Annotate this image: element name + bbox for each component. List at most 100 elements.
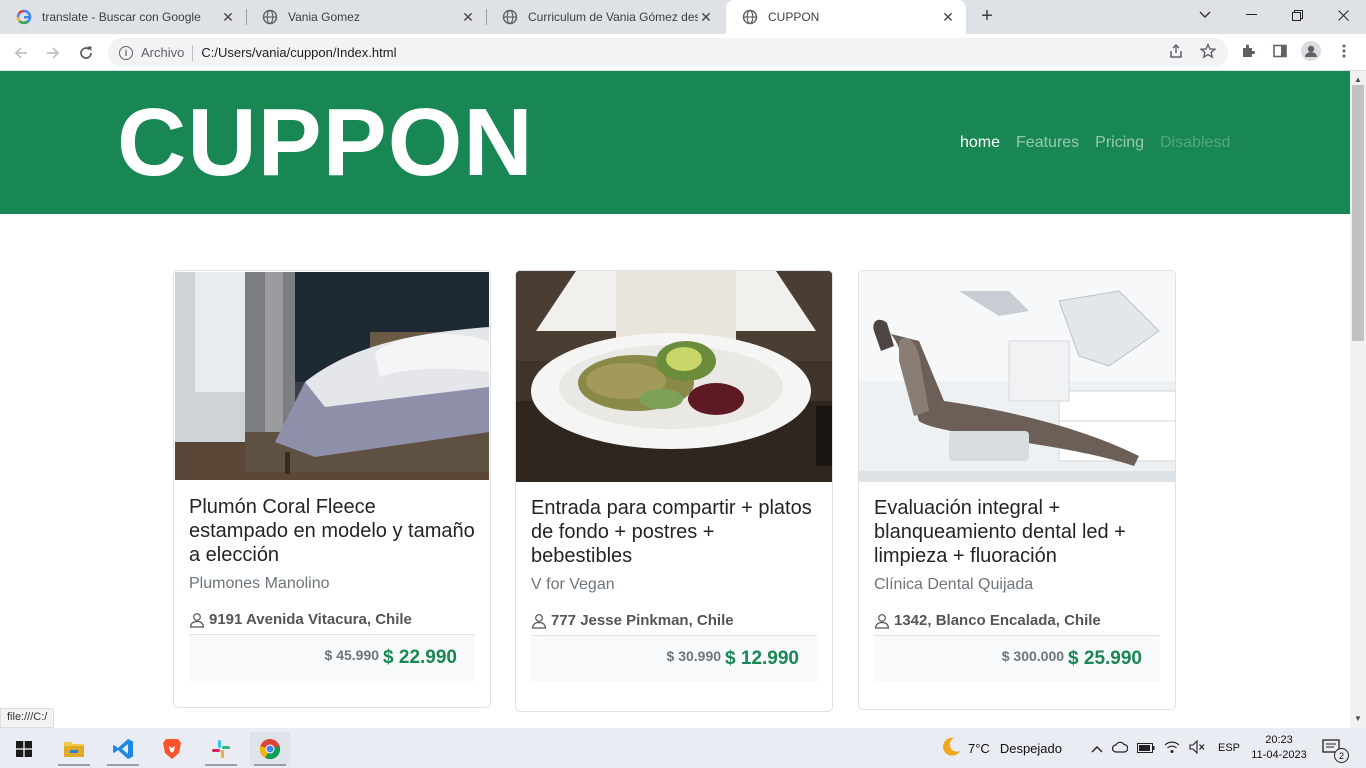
address-url[interactable]: C:/Users/vania/cuppon/Index.html xyxy=(201,45,396,60)
tab-title: Vania Gomez xyxy=(288,10,360,24)
close-tab-icon[interactable]: ✕ xyxy=(940,9,956,25)
brave-browser-icon[interactable] xyxy=(152,732,192,766)
new-tab-button[interactable]: + xyxy=(976,5,998,27)
moon-icon xyxy=(940,736,962,761)
windows-start-icon[interactable] xyxy=(4,732,44,766)
old-price: $ 300.000 xyxy=(1001,648,1065,664)
close-tab-icon[interactable]: ✕ xyxy=(698,9,714,25)
new-price: $ 12.990 xyxy=(725,648,799,669)
card-body: Entrada para compartir + platos de fondo… xyxy=(516,482,832,698)
card-address: 1342, Blanco Encalada, Chile xyxy=(874,612,1160,636)
profile-avatar-icon[interactable] xyxy=(1301,41,1321,61)
weather-text: Despejado xyxy=(999,740,1062,756)
chevron-up-icon[interactable] xyxy=(1091,741,1103,756)
card-merchant: Plumones Manolino xyxy=(189,575,330,592)
back-arrow-icon[interactable] xyxy=(9,41,33,65)
weather-widget[interactable]: 7°C Despejado xyxy=(940,728,1062,768)
notification-center-icon[interactable]: 2 xyxy=(1322,728,1349,768)
card-title: Evaluación integral + blanqueamiento den… xyxy=(874,497,1126,567)
card-address: 777 Jesse Pinkman, Chile xyxy=(531,612,817,636)
clock-time: 20:23 xyxy=(1265,734,1293,746)
tab-google-translate[interactable]: translate - Buscar con Google ✕ xyxy=(0,0,246,34)
site-header: CUPPON home Features Pricing Disablesd xyxy=(0,71,1350,214)
new-price: $ 22.990 xyxy=(383,647,457,668)
tab-cuppon[interactable]: CUPPON ✕ xyxy=(726,0,966,34)
chrome-icon[interactable] xyxy=(250,732,290,766)
browser-tab-strip: translate - Buscar con Google ✕ Vania Go… xyxy=(0,0,1366,34)
old-price: $ 45.990 xyxy=(324,647,380,663)
card-price: $ 45.990 $ 22.990 xyxy=(189,635,475,681)
deal-card[interactable]: Plumón Coral Fleece estampado en modelo … xyxy=(173,270,491,708)
tab-title: CUPPON xyxy=(768,10,820,24)
globe-icon xyxy=(502,9,518,25)
person-icon xyxy=(189,612,205,628)
share-icon[interactable] xyxy=(1166,41,1186,61)
cloud-icon[interactable] xyxy=(1111,741,1129,756)
card-title: Plumón Coral Fleece estampado en modelo … xyxy=(189,496,475,566)
dental-chair-photo xyxy=(859,271,1175,482)
volume-muted-icon[interactable] xyxy=(1189,739,1205,757)
extensions-icon[interactable] xyxy=(1238,41,1258,61)
file-explorer-icon[interactable] xyxy=(54,732,94,766)
weather-temp: 7°C xyxy=(968,740,990,756)
bedroom-photo xyxy=(175,272,489,480)
windows-taskbar: 7°C Despejado ESP 20:23 11-04-2023 2 xyxy=(0,728,1366,768)
card-address-text: 1342, Blanco Encalada, Chile xyxy=(894,612,1101,629)
deal-card[interactable]: Entrada para compartir + platos de fondo… xyxy=(515,270,833,712)
tab-search-icon[interactable] xyxy=(1182,0,1228,30)
close-window-button[interactable] xyxy=(1320,0,1366,30)
tab-title: translate - Buscar con Google xyxy=(42,10,201,24)
new-price: $ 25.990 xyxy=(1068,648,1142,669)
address-scheme: Archivo xyxy=(141,45,185,60)
google-icon xyxy=(16,9,32,25)
person-icon xyxy=(874,613,890,629)
bookmark-star-icon[interactable] xyxy=(1198,41,1218,61)
menu-kebab-icon[interactable] xyxy=(1334,41,1354,61)
side-panel-icon[interactable] xyxy=(1270,41,1290,61)
card-merchant: Clínica Dental Quijada xyxy=(874,576,1034,593)
reload-icon[interactable] xyxy=(74,41,98,65)
nav-pricing[interactable]: Pricing xyxy=(1095,134,1144,152)
old-price: $ 30.990 xyxy=(666,648,722,664)
salad-plate-photo xyxy=(516,271,832,482)
nav-home[interactable]: home xyxy=(960,134,1000,152)
info-icon[interactable]: i xyxy=(119,45,133,60)
page-scrollbar[interactable]: ▲ ▼ xyxy=(1350,71,1366,728)
card-address-text: 9191 Avenida Vitacura, Chile xyxy=(209,611,412,628)
card-body: Plumón Coral Fleece estampado en modelo … xyxy=(174,481,490,697)
globe-icon xyxy=(742,9,758,25)
tab-vania-gomez[interactable]: Vania Gomez ✕ xyxy=(246,0,486,34)
minimize-button[interactable] xyxy=(1228,0,1274,30)
wifi-icon[interactable] xyxy=(1164,740,1180,757)
status-link-preview: file:///C:/ xyxy=(0,708,55,728)
site-nav: home Features Pricing Disablesd xyxy=(960,134,1230,152)
address-bar[interactable]: i Archivo C:/Users/vania/cuppon/Index.ht… xyxy=(108,38,1228,67)
card-address: 9191 Avenida Vitacura, Chile xyxy=(189,611,475,635)
deal-card[interactable]: Evaluación integral + blanqueamiento den… xyxy=(858,270,1176,710)
close-tab-icon[interactable]: ✕ xyxy=(220,9,236,25)
clock-date: 11-04-2023 xyxy=(1251,749,1307,761)
slack-icon[interactable] xyxy=(201,732,241,766)
card-title: Entrada para compartir + platos de fondo… xyxy=(531,497,812,567)
battery-icon[interactable] xyxy=(1137,741,1155,756)
browser-toolbar: i Archivo C:/Users/vania/cuppon/Index.ht… xyxy=(0,34,1366,71)
globe-icon xyxy=(262,9,278,25)
notification-count-badge: 2 xyxy=(1334,748,1349,763)
site-brand[interactable]: CUPPON xyxy=(117,91,534,195)
system-tray: ESP xyxy=(1091,728,1240,768)
close-tab-icon[interactable]: ✕ xyxy=(460,9,476,25)
person-icon xyxy=(531,613,547,629)
restore-button[interactable] xyxy=(1274,0,1320,30)
card-body: Evaluación integral + blanqueamiento den… xyxy=(859,482,1175,698)
tab-curriculum[interactable]: Curriculum de Vania Gómez desa ✕ xyxy=(486,0,724,34)
card-address-text: 777 Jesse Pinkman, Chile xyxy=(551,612,734,629)
forward-arrow-icon[interactable] xyxy=(41,41,65,65)
card-merchant: V for Vegan xyxy=(531,576,615,593)
nav-features[interactable]: Features xyxy=(1016,134,1079,152)
clock[interactable]: 20:23 11-04-2023 xyxy=(1246,728,1312,768)
scrollbar-thumb[interactable] xyxy=(1352,85,1364,341)
vscode-icon[interactable] xyxy=(103,732,143,766)
page-viewport: CUPPON home Features Pricing Disablesd P… xyxy=(0,71,1350,728)
language-indicator[interactable]: ESP xyxy=(1218,742,1240,754)
card-price: $ 300.000 $ 25.990 xyxy=(874,636,1160,682)
